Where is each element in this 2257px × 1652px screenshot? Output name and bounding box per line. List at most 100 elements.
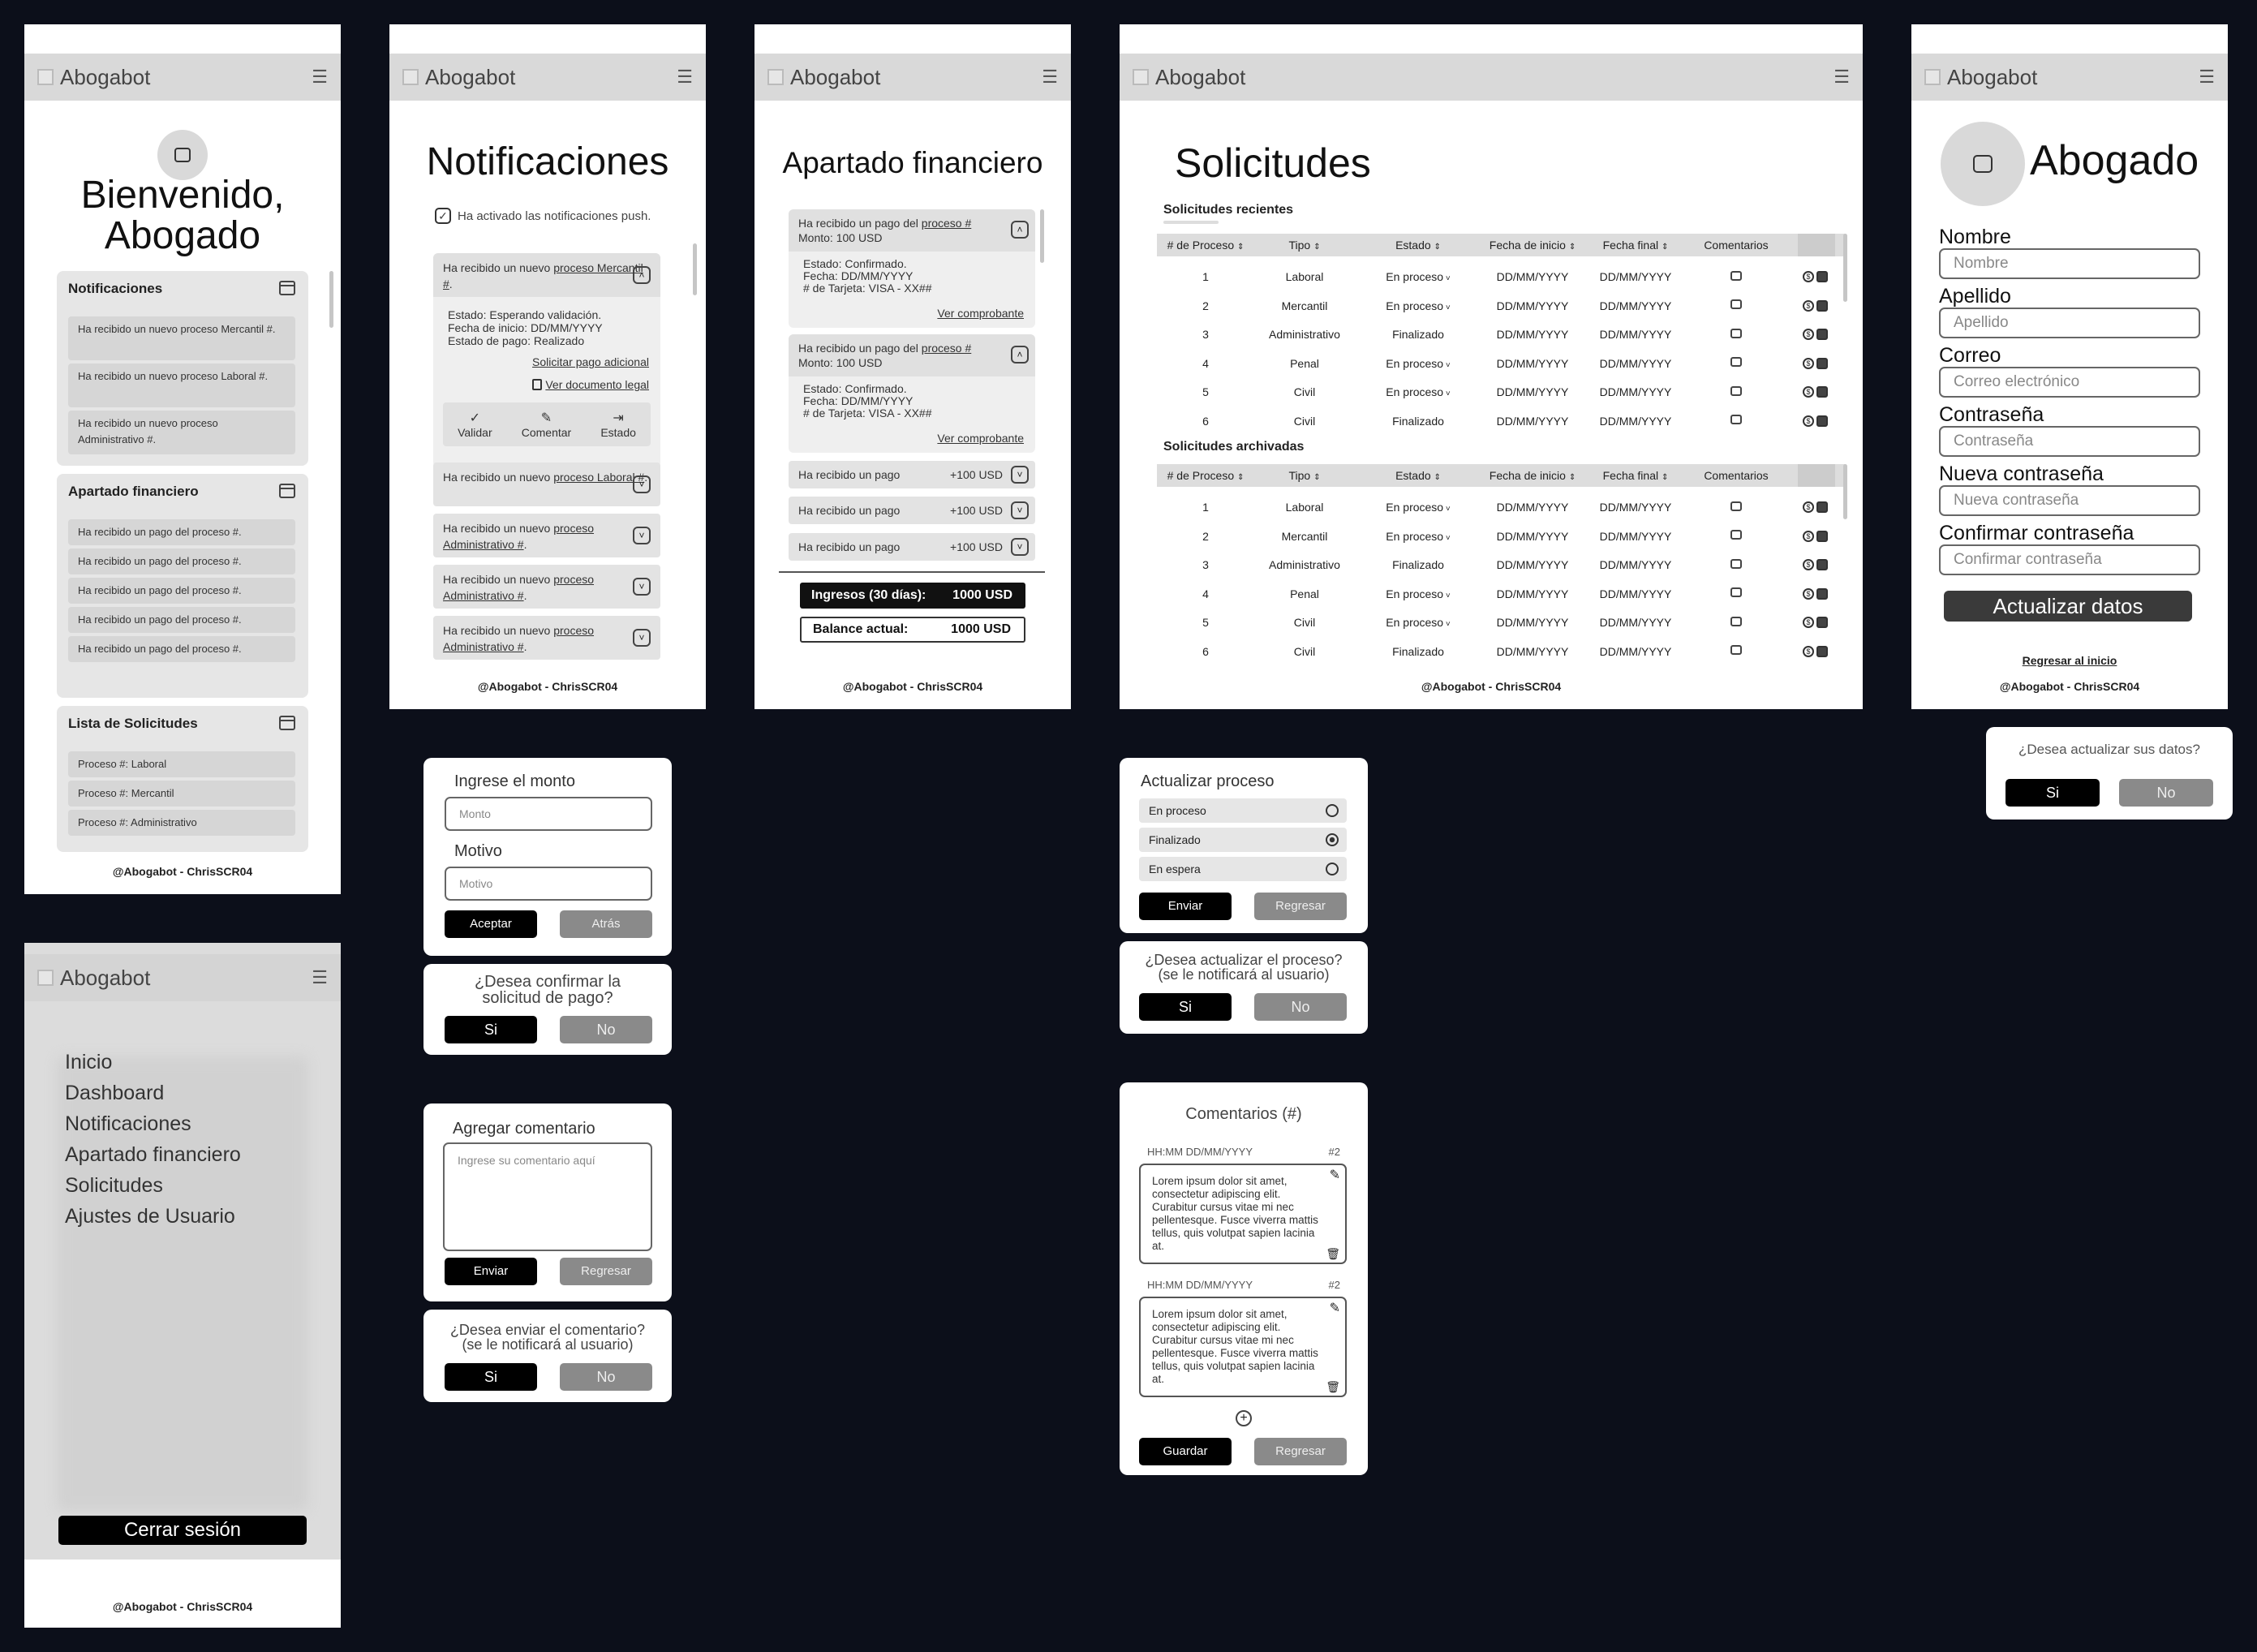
update-icon[interactable]: [1816, 617, 1828, 628]
yes-button[interactable]: Si: [1139, 993, 1232, 1021]
dollar-icon[interactable]: $: [1803, 415, 1814, 427]
chevron-up-icon[interactable]: ˄: [1011, 346, 1029, 364]
list-item[interactable]: Ha recibido un nuevo proceso Mercantil #…: [68, 316, 295, 360]
column-header[interactable]: Estado ⇕: [1355, 469, 1481, 482]
table-cell[interactable]: Finalizado: [1355, 558, 1481, 571]
receipt-link[interactable]: Ver comprobante: [937, 432, 1024, 445]
comment-cell[interactable]: [1687, 616, 1785, 629]
column-header[interactable]: # de Proceso ⇕: [1157, 469, 1254, 482]
nav-item-notificaciones[interactable]: Notificaciones: [65, 1108, 241, 1139]
comment-cell[interactable]: [1687, 501, 1785, 514]
update-icon[interactable]: [1816, 501, 1828, 513]
chevron-down-icon[interactable]: ˅: [1443, 274, 1451, 283]
update-icon[interactable]: [1816, 587, 1828, 600]
chevron-down-icon[interactable]: ˅: [633, 629, 651, 647]
password-input[interactable]: Contraseña: [1939, 426, 2200, 457]
reason-input[interactable]: Motivo: [445, 867, 652, 901]
column-header[interactable]: Fecha final ⇕: [1584, 469, 1687, 482]
new-password-input[interactable]: Nueva contraseña: [1939, 485, 2200, 516]
legal-doc-link[interactable]: Ver documento legal: [532, 378, 649, 391]
list-item[interactable]: Ha recibido un pago del proceso #.: [68, 519, 295, 545]
no-button[interactable]: No: [2119, 779, 2213, 807]
amount-input[interactable]: Monto: [445, 797, 652, 831]
back-button[interactable]: Regresar: [1254, 893, 1347, 920]
no-button[interactable]: No: [560, 1016, 652, 1043]
scrollbar[interactable]: [693, 243, 697, 295]
checkbox-icon[interactable]: ✓: [435, 208, 451, 224]
chevron-down-icon[interactable]: ˅: [1443, 505, 1451, 514]
notification-item[interactable]: Ha recibido un nuevo proceso Laboral #.: [433, 462, 660, 506]
receipt-link[interactable]: Ver comprobante: [937, 307, 1024, 320]
notification-item[interactable]: Ha recibido un nuevo proceso Administrat…: [433, 565, 660, 609]
table-row[interactable]: 6 Civil Finalizado DD/MM/YYYY DD/MM/YYYY $: [1157, 638, 1845, 665]
chevron-up-icon[interactable]: ˄: [1011, 221, 1029, 239]
no-button[interactable]: No: [560, 1363, 652, 1391]
table-cell[interactable]: En proceso ˅: [1355, 530, 1481, 543]
dollar-icon[interactable]: $: [1803, 530, 1814, 542]
comment-cell[interactable]: [1687, 357, 1785, 369]
table-row[interactable]: 5 Civil En proceso ˅ DD/MM/YYYY DD/MM/YYYY $: [1157, 609, 1845, 636]
yes-button[interactable]: Si: [2006, 779, 2100, 807]
list-item[interactable]: Proceso #: Laboral: [68, 751, 295, 777]
comment-cell[interactable]: [1687, 558, 1785, 571]
payment-link[interactable]: proceso #: [922, 217, 971, 230]
chevron-up-icon[interactable]: ˄: [633, 266, 651, 284]
nav-item-ajustes[interactable]: Ajustes de Usuario: [65, 1201, 241, 1232]
chevron-down-icon[interactable]: ˅: [1443, 303, 1451, 312]
payment-collapsed[interactable]: Ha recibido un pago +100 USD: [789, 533, 1035, 561]
save-button[interactable]: Guardar: [1139, 1438, 1232, 1465]
list-item[interactable]: Ha recibido un pago del proceso #.: [68, 549, 295, 574]
chat-icon[interactable]: [1730, 415, 1742, 424]
chevron-down-icon[interactable]: ˅: [1443, 592, 1451, 600]
comment-cell[interactable]: [1687, 299, 1785, 312]
table-row[interactable]: 1 Laboral En proceso ˅ DD/MM/YYYY DD/MM/YYYY…: [1157, 493, 1845, 521]
calendar-icon[interactable]: [279, 716, 295, 730]
scrollbar[interactable]: [1843, 464, 1847, 519]
send-button[interactable]: Enviar: [445, 1258, 537, 1285]
update-icon[interactable]: [1816, 271, 1828, 282]
dollar-icon[interactable]: $: [1803, 329, 1814, 340]
radio-selected-icon[interactable]: [1326, 833, 1339, 846]
scrollbar[interactable]: [1040, 209, 1044, 263]
calendar-icon[interactable]: [279, 281, 295, 295]
chat-icon[interactable]: [1730, 616, 1742, 626]
table-cell[interactable]: En proceso ˅: [1355, 616, 1481, 629]
chevron-down-icon[interactable]: ˅: [1011, 501, 1029, 519]
table-row[interactable]: 6 Civil Finalizado DD/MM/YYYY DD/MM/YYYY $: [1157, 407, 1845, 435]
dollar-icon[interactable]: $: [1803, 357, 1814, 369]
pencil-icon[interactable]: ✎: [1330, 1300, 1340, 1316]
column-header[interactable]: Fecha de inicio ⇕: [1481, 239, 1584, 252]
table-row[interactable]: 4 Penal En proceso ˅ DD/MM/YYYY DD/MM/YYYY $: [1157, 580, 1845, 608]
menu-icon[interactable]: ☰: [1834, 68, 1850, 86]
comment-cell[interactable]: [1687, 645, 1785, 657]
table-cell[interactable]: Finalizado: [1355, 645, 1481, 658]
scrollbar[interactable]: [329, 271, 333, 328]
dollar-icon[interactable]: $: [1803, 299, 1814, 312]
validate-action[interactable]: ✓ Validar: [458, 410, 492, 439]
comment-cell[interactable]: [1687, 415, 1785, 427]
no-button[interactable]: No: [1254, 993, 1347, 1021]
list-item[interactable]: Ha recibido un nuevo proceso Administrat…: [68, 411, 295, 454]
update-icon[interactable]: [1816, 530, 1828, 542]
menu-icon[interactable]: ☰: [2199, 68, 2215, 86]
dollar-icon[interactable]: $: [1803, 617, 1814, 628]
update-icon[interactable]: [1816, 415, 1828, 427]
chat-icon[interactable]: [1730, 558, 1742, 569]
chevron-down-icon[interactable]: ˅: [633, 578, 651, 596]
table-row[interactable]: 5 Civil En proceso ˅ DD/MM/YYYY DD/MM/YYYY $: [1157, 378, 1845, 406]
back-button[interactable]: Atrás: [560, 910, 652, 938]
comment-cell[interactable]: [1687, 385, 1785, 398]
notification-item[interactable]: Ha recibido un nuevo proceso Administrat…: [433, 616, 660, 660]
column-header[interactable]: Tipo ⇕: [1254, 469, 1355, 482]
column-header[interactable]: Comentarios: [1687, 469, 1785, 482]
chat-icon[interactable]: [1730, 587, 1742, 597]
table-row[interactable]: 3 Administrativo Finalizado DD/MM/YYYY DD/MM…: [1157, 551, 1845, 579]
comment-action[interactable]: ✎ Comentar: [522, 410, 571, 439]
list-item[interactable]: Proceso #: Mercantil: [68, 781, 295, 807]
radio-icon[interactable]: [1326, 863, 1339, 875]
add-circle-icon[interactable]: +: [1236, 1410, 1252, 1426]
payment-collapsed[interactable]: Ha recibido un pago +100 USD: [789, 461, 1035, 488]
avatar[interactable]: [1941, 122, 2025, 206]
status-action[interactable]: ⇥ Estado: [600, 410, 636, 439]
chat-icon[interactable]: [1730, 328, 1742, 338]
